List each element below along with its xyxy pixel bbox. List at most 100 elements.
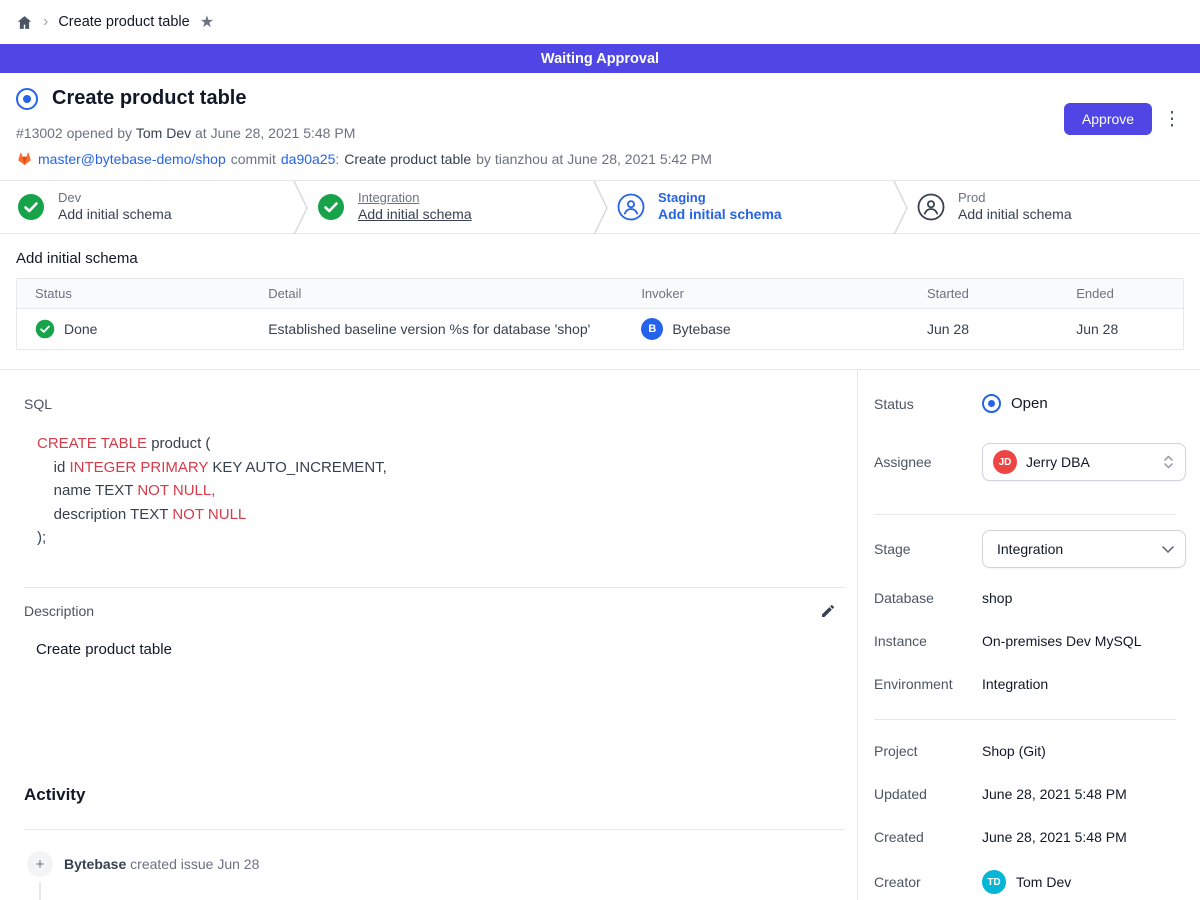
vcs-branch-link[interactable]: master@bytebase-demo/shop — [38, 151, 226, 167]
breadcrumb-title[interactable]: Create product table — [58, 14, 189, 30]
issue-header: Create product table #13002 opened by To… — [0, 73, 1200, 180]
task-invoker: Bytebase — [672, 321, 730, 337]
edit-description-button[interactable] — [817, 600, 839, 622]
sidebar-row-database: Database shop — [874, 590, 1186, 606]
divider — [874, 514, 1176, 515]
stage-env-label: Staging — [658, 190, 782, 206]
assignee-value: Jerry DBA — [1026, 454, 1153, 470]
check-circle-icon — [317, 193, 345, 221]
stage-env-label: Integration — [358, 190, 472, 206]
field-label: Project — [874, 743, 982, 759]
activity-item: + Bytebase created issue Jun 28 — [27, 851, 259, 877]
stage-env-label: Dev — [58, 190, 172, 206]
star-icon[interactable]: ★ — [200, 12, 214, 32]
field-label: Created — [874, 829, 982, 845]
commit-hash-link[interactable]: da90a25 — [281, 151, 336, 167]
assignee-pending-icon — [617, 193, 645, 221]
sidebar-row-creator: Creator TD Tom Dev — [874, 870, 1186, 894]
stage-staging[interactable]: StagingAdd initial schema — [600, 181, 900, 233]
stage-dev[interactable]: DevAdd initial schema — [0, 181, 300, 233]
database-value: shop — [982, 590, 1012, 606]
sidebar-row-assignee: Assignee JD Jerry DBA — [874, 443, 1186, 481]
breadcrumb: › Create product table ★ — [0, 0, 1200, 44]
stage-select[interactable]: Integration — [982, 530, 1186, 568]
issue-meta-suffix: at June 28, 2021 5:48 PM — [195, 125, 355, 141]
sidebar-row-instance: Instance On-premises Dev MySQL — [874, 633, 1186, 649]
description-content: Create product table — [36, 641, 172, 658]
field-label: Creator — [874, 874, 982, 890]
issue-open-status-icon — [16, 88, 38, 110]
issue-title-row: Create product table — [16, 87, 246, 110]
issue-meta-prefix: #13002 opened by — [16, 125, 132, 141]
description-section-label: Description — [24, 603, 94, 619]
status-banner: Waiting Approval — [0, 44, 1200, 73]
field-label: Stage — [874, 541, 982, 557]
sql-section-label: SQL — [24, 396, 52, 412]
chevron-down-icon — [1161, 545, 1175, 554]
activity-actor: Bytebase — [64, 856, 126, 872]
environment-value: Integration — [982, 676, 1048, 692]
column-header: Invoker — [623, 279, 909, 309]
sql-line: description TEXT NOT NULL — [37, 503, 387, 527]
open-status-icon — [982, 394, 1001, 413]
stage-value: Integration — [993, 541, 1152, 557]
field-label: Status — [874, 396, 982, 412]
task-section-title: Add initial schema — [16, 250, 138, 267]
assignee-select[interactable]: JD Jerry DBA — [982, 443, 1186, 481]
main-left-panel: SQL CREATE TABLE product ( id INTEGER PR… — [0, 370, 857, 900]
field-label: Updated — [874, 786, 982, 802]
instance-value: On-premises Dev MySQL — [982, 633, 1141, 649]
project-value[interactable]: Shop (Git) — [982, 743, 1046, 759]
divider — [24, 829, 845, 830]
pencil-icon — [820, 603, 836, 619]
invoker-avatar: B — [641, 318, 663, 340]
task-status: Done — [64, 321, 97, 337]
commit-word: commit — [231, 151, 276, 167]
up-down-chevron-icon — [1162, 454, 1175, 470]
gitlab-icon — [16, 150, 33, 167]
app-root: › Create product table ★ Waiting Approva… — [0, 0, 1200, 900]
check-circle-icon — [17, 193, 45, 221]
column-header: Status — [17, 279, 250, 309]
stage-task-label: Add initial schema — [358, 206, 472, 224]
assignee-pending-icon — [917, 193, 945, 221]
sidebar-row-updated: Updated June 28, 2021 5:48 PM — [874, 786, 1186, 802]
plus-icon: + — [27, 851, 53, 877]
status-banner-text: Waiting Approval — [541, 51, 659, 67]
field-label: Assignee — [874, 454, 982, 470]
creator-avatar: TD — [982, 870, 1006, 894]
home-icon[interactable] — [16, 14, 33, 31]
task-ended: Jun 28 — [1058, 309, 1183, 349]
commit-colon: : — [335, 151, 339, 167]
issue-author: Tom Dev — [136, 125, 191, 141]
timeline-connector — [39, 882, 41, 900]
breadcrumb-chevron-icon: › — [43, 13, 48, 31]
sidebar-row-stage: Stage Integration — [874, 530, 1186, 568]
pipeline-stage-bar: DevAdd initial schema IntegrationAdd ini… — [0, 180, 1200, 234]
commit-suffix: by tianzhou at June 28, 2021 5:42 PM — [476, 151, 712, 167]
sidebar: Status Open Assignee JD Jerry DBA Stage … — [857, 370, 1200, 900]
sidebar-row-created: Created June 28, 2021 5:48 PM — [874, 829, 1186, 845]
stage-integration[interactable]: IntegrationAdd initial schema — [300, 181, 600, 233]
stage-prod[interactable]: ProdAdd initial schema — [900, 181, 1200, 233]
field-label: Environment — [874, 676, 982, 692]
divider — [874, 719, 1176, 720]
column-header: Detail — [250, 279, 623, 309]
created-value: June 28, 2021 5:48 PM — [982, 829, 1127, 845]
commit-hash-wrap: da90a25: — [281, 151, 339, 167]
sql-line: id INTEGER PRIMARY KEY AUTO_INCREMENT, — [37, 456, 387, 480]
sidebar-row-project: Project Shop (Git) — [874, 743, 1186, 759]
creator-value: Tom Dev — [1016, 874, 1071, 890]
task-table: StatusDetailInvokerStartedEnded Done Est… — [16, 278, 1184, 350]
sql-line: ); — [37, 526, 387, 550]
commit-message: Create product table — [344, 151, 471, 167]
field-label: Database — [874, 590, 982, 606]
activity-section-title: Activity — [24, 785, 85, 805]
done-check-icon — [35, 319, 55, 339]
more-options-icon[interactable]: ⋮ — [1162, 105, 1182, 133]
approve-button[interactable]: Approve — [1064, 103, 1152, 135]
stage-task-label: Add initial schema — [58, 206, 172, 224]
table-row[interactable]: Done Established baseline version %s for… — [17, 309, 1183, 349]
commit-line: master@bytebase-demo/shop commit da90a25… — [16, 150, 717, 167]
main-content: SQL CREATE TABLE product ( id INTEGER PR… — [0, 369, 1200, 900]
